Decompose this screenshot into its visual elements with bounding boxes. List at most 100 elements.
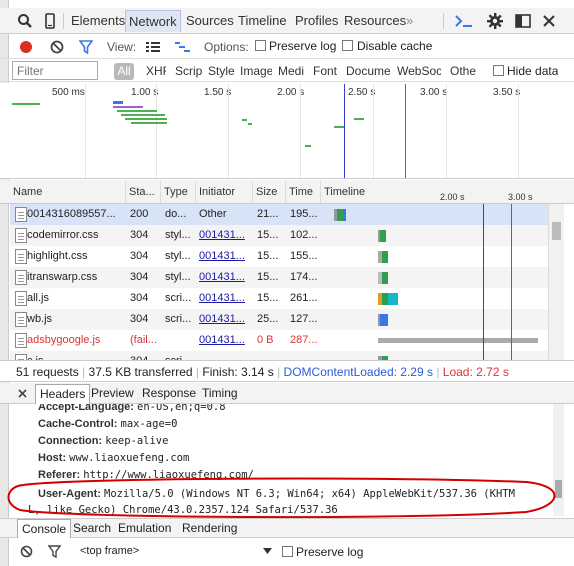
filter-type-scripts[interactable]: Scrip bbox=[175, 63, 202, 80]
tab-profiles[interactable]: Profiles bbox=[295, 10, 338, 32]
console-clear-icon[interactable] bbox=[18, 543, 34, 559]
column-header-size[interactable]: Size bbox=[253, 181, 286, 203]
filter-type-other[interactable]: Othe bbox=[450, 63, 476, 80]
close-devtools-icon[interactable] bbox=[540, 11, 558, 31]
column-header-time[interactable]: Time bbox=[286, 181, 321, 203]
column-header-initiator[interactable]: Initiator bbox=[196, 181, 253, 203]
table-row[interactable]: 0014316089557... 200 do... Other 21... 195... bbox=[10, 204, 548, 225]
filter-type-xhr[interactable]: XHF bbox=[146, 63, 166, 80]
inspect-search-icon[interactable] bbox=[16, 12, 34, 30]
tab-timeline[interactable]: Timeline bbox=[238, 10, 287, 32]
summary-bar: 51 requests | 37.5 KB transferred | Fini… bbox=[0, 360, 574, 382]
file-icon bbox=[15, 270, 27, 285]
filter-type-document[interactable]: Docume bbox=[346, 63, 390, 80]
table-row[interactable]: itranswarp.css 304 styl... 001431... 15... 17… bbox=[10, 267, 548, 288]
table-row[interactable]: all.js 304 scri... 001431... 15... 261... bbox=[10, 288, 548, 309]
column-header-status[interactable]: Sta... bbox=[126, 181, 161, 203]
annotation-ellipse bbox=[7, 477, 556, 519]
device-mode-icon[interactable] bbox=[43, 12, 57, 30]
filter-type-websockets[interactable]: WebSoc bbox=[397, 63, 441, 80]
detail-tab-response[interactable]: Response bbox=[142, 386, 196, 400]
tab-resources[interactable]: Resources bbox=[344, 10, 406, 32]
filter-input[interactable] bbox=[12, 61, 98, 80]
clear-icon[interactable] bbox=[49, 39, 65, 55]
tab-sources[interactable]: Sources bbox=[186, 10, 234, 32]
list-view-icon[interactable] bbox=[145, 39, 161, 55]
overview-tick: 3.00 s bbox=[420, 87, 448, 98]
summary-transferred: 37.5 KB transferred bbox=[88, 365, 193, 379]
cell-type: styl... bbox=[165, 271, 191, 283]
filter-type-all[interactable]: All bbox=[114, 63, 134, 80]
hide-data-urls-checkbox[interactable] bbox=[493, 65, 504, 76]
console-filter-icon[interactable] bbox=[46, 543, 62, 559]
cell-initiator[interactable]: 001431... bbox=[199, 246, 251, 267]
cell-size: 15... bbox=[257, 229, 279, 241]
tab-network[interactable]: Network bbox=[125, 10, 181, 32]
cell-time: 102... bbox=[290, 229, 318, 241]
cell-initiator[interactable]: 001431... bbox=[199, 267, 251, 288]
drawer-tab-search[interactable]: Search bbox=[73, 521, 111, 535]
table-row[interactable]: wb.js 304 scri... 001431... 25... 127... bbox=[10, 309, 548, 330]
preserve-log-checkbox[interactable] bbox=[255, 40, 266, 51]
overview-bar bbox=[12, 103, 40, 105]
cell-initiator[interactable]: 001431... bbox=[199, 288, 251, 309]
drawer-tab-console[interactable]: Console bbox=[17, 519, 72, 538]
disable-cache-checkbox[interactable] bbox=[342, 40, 353, 51]
cell-name: all.js bbox=[27, 292, 50, 304]
table-row[interactable]: highlight.css 304 styl... 001431... 15... 155… bbox=[10, 246, 548, 267]
column-header-type[interactable]: Type bbox=[161, 181, 196, 203]
scrollbar-thumb[interactable] bbox=[552, 222, 561, 240]
detail-tab-headers[interactable]: Headers bbox=[35, 384, 91, 404]
domcontentloaded-marker bbox=[483, 204, 484, 360]
filter-type-stylesheets[interactable]: Style bbox=[208, 63, 235, 80]
more-tabs-chevron-icon[interactable]: » bbox=[406, 10, 413, 32]
cell-time: 127... bbox=[290, 313, 318, 325]
overview-tick: 3.50 s bbox=[493, 87, 521, 98]
waterfall-view-icon[interactable] bbox=[174, 39, 192, 55]
tab-elements[interactable]: Elements bbox=[71, 10, 125, 32]
filter-type-font[interactable]: Font bbox=[313, 63, 341, 80]
cell-initiator[interactable]: 001431... bbox=[199, 225, 251, 246]
settings-gear-icon[interactable] bbox=[485, 11, 505, 31]
detail-tab-preview[interactable]: Preview bbox=[91, 386, 134, 400]
dock-icon[interactable] bbox=[514, 11, 532, 31]
overview-tick: 1.00 s bbox=[131, 87, 159, 98]
overview-bar bbox=[113, 101, 123, 104]
column-header-name[interactable]: Name bbox=[10, 181, 126, 203]
detail-tab-timing[interactable]: Timing bbox=[202, 386, 238, 400]
cell-type: do... bbox=[165, 208, 187, 220]
cell-initiator[interactable]: 001431... bbox=[199, 309, 251, 330]
frame-selector[interactable]: <top frame> bbox=[80, 545, 139, 557]
file-icon bbox=[15, 228, 27, 243]
cell-initiator[interactable]: 001431... bbox=[199, 330, 251, 351]
timeline-tick: 2.00 s bbox=[440, 192, 465, 202]
header-line: Connection: keep-alive bbox=[38, 435, 169, 447]
file-icon bbox=[15, 249, 27, 264]
load-marker bbox=[511, 204, 512, 360]
summary-requests: 51 requests bbox=[16, 365, 79, 379]
load-marker bbox=[405, 84, 406, 178]
cell-name: wb.js bbox=[27, 313, 53, 325]
table-row[interactable]: adsbygoogle.js (fail... 001431... 0 B 287... bbox=[10, 330, 548, 351]
filter-type-images[interactable]: Image bbox=[240, 63, 272, 80]
waterfall-bar bbox=[380, 230, 386, 242]
record-icon[interactable] bbox=[18, 39, 34, 55]
table-row[interactable]: codemirror.css 304 styl... 001431... 15... 10… bbox=[10, 225, 548, 246]
cell-time: 287... bbox=[290, 334, 318, 346]
console-preserve-log-checkbox[interactable] bbox=[282, 546, 293, 557]
table-scrollbar[interactable] bbox=[548, 204, 564, 360]
drawer-tab-emulation[interactable]: Emulation bbox=[118, 521, 171, 535]
header-line: Cache-Control: max-age=0 bbox=[38, 418, 178, 430]
gridline bbox=[373, 84, 374, 178]
overview-bar bbox=[131, 122, 167, 124]
close-detail-icon[interactable] bbox=[14, 385, 30, 401]
overview-tick: 500 ms bbox=[52, 87, 85, 98]
filter-type-media[interactable]: Medi bbox=[278, 63, 304, 80]
console-prompt-icon[interactable] bbox=[453, 12, 475, 30]
filter-funnel-icon[interactable] bbox=[78, 39, 94, 55]
frame-dropdown-icon[interactable] bbox=[262, 545, 272, 557]
drawer-tab-rendering[interactable]: Rendering bbox=[182, 521, 237, 535]
overview-bar bbox=[242, 119, 247, 121]
overview-bar bbox=[121, 114, 165, 116]
preserve-log-label: Preserve log bbox=[269, 39, 337, 53]
